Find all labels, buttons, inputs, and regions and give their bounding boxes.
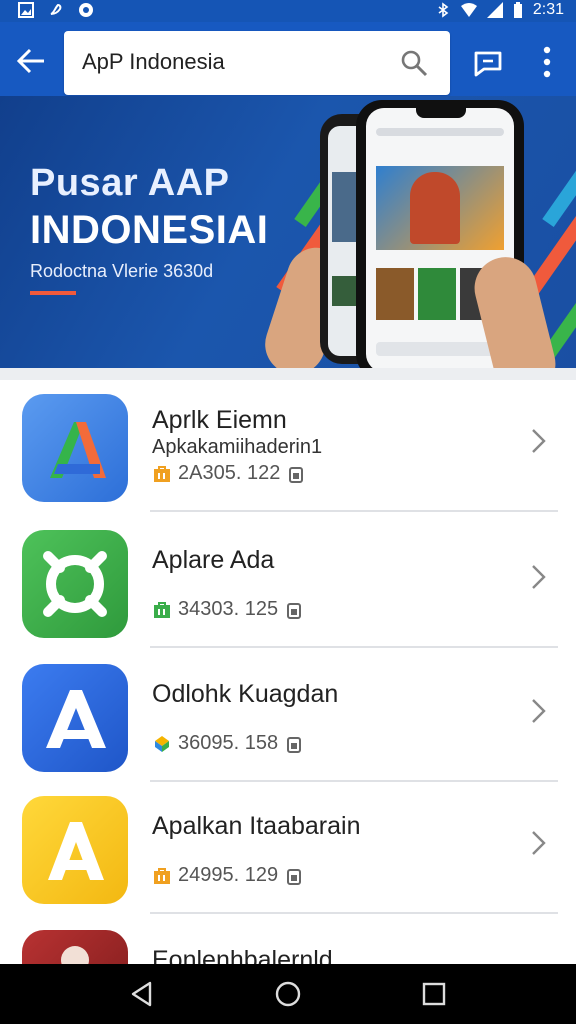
chevron-right-icon — [532, 565, 546, 589]
download-size-icon — [287, 736, 302, 753]
row-divider — [150, 510, 558, 512]
nav-recents-icon[interactable] — [418, 978, 450, 1010]
letter-a-white-icon — [22, 664, 128, 772]
app-name: Aplare Ada — [152, 546, 275, 574]
list-item[interactable]: Aprlk Eiemn Apkakamiihaderin1 2A305. 122 — [0, 380, 576, 512]
chevron-right-icon — [532, 699, 546, 723]
nav-home-icon[interactable] — [272, 978, 304, 1010]
store-icon — [154, 465, 170, 482]
wifi-icon — [460, 3, 477, 17]
gallery-notification-icon — [18, 2, 34, 18]
list-item[interactable]: Eonlenhbalernld — [0, 916, 576, 964]
back-arrow-icon[interactable] — [14, 44, 48, 78]
nav-back-icon[interactable] — [126, 978, 158, 1010]
list-item[interactable]: Apalkan Itaabarain 24995. 129 — [0, 782, 576, 914]
circle-notification-icon — [79, 3, 93, 17]
row-divider — [150, 646, 558, 648]
banner-underline — [30, 291, 76, 295]
banner-title: Pusar AAP — [30, 162, 230, 204]
bluetooth-icon — [438, 2, 449, 18]
sync-notification-icon — [50, 3, 62, 15]
app-stats: 24995. 129 — [178, 864, 279, 886]
letter-a-multicolor-icon — [22, 394, 128, 502]
battery-icon — [513, 2, 522, 18]
phone-notch — [416, 106, 466, 118]
app-meta: 2A305. 122 — [152, 462, 306, 485]
banner-subtitle: Rodoctna Vlerie 3630d — [30, 261, 214, 281]
list-item[interactable]: Odlohk Kuagdan 36095. 158 — [0, 650, 576, 782]
letter-a-yellow-icon — [22, 796, 128, 904]
app-meta: 34303. 125 — [152, 598, 304, 621]
status-bar: 2:31 — [0, 0, 576, 22]
red-app-icon — [22, 930, 128, 964]
store-icon — [154, 601, 170, 618]
store-icon — [154, 867, 170, 884]
app-name: Apalkan Itaabarain — [152, 812, 361, 840]
chevron-right-icon — [532, 831, 546, 855]
decor-stripe — [542, 104, 576, 228]
top-app-bar — [0, 22, 576, 96]
download-size-icon — [287, 602, 302, 619]
chevron-right-icon — [532, 429, 546, 453]
download-size-icon — [287, 868, 302, 885]
list-item[interactable]: Aplare Ada 34303. 125 — [0, 516, 576, 648]
banner-title-line2: INDONESIAI — [30, 208, 269, 252]
promo-banner[interactable]: Pusar AAP INDONESIAI Rodoctna Vlerie 363… — [0, 96, 576, 368]
app-name: Odlohk Kuagdan — [152, 680, 339, 708]
app-meta: 24995. 129 — [152, 864, 304, 887]
app-developer: Apkakamiihaderin1 — [152, 436, 323, 458]
signal-icon — [486, 2, 503, 18]
app-stats: 2A305. 122 — [178, 462, 281, 484]
section-divider — [0, 368, 576, 380]
download-size-icon — [289, 466, 304, 483]
search-icon[interactable] — [400, 49, 428, 77]
app-name: Aprlk Eiemn — [152, 406, 287, 434]
app-stats: 34303. 125 — [178, 598, 279, 620]
search-input[interactable] — [82, 49, 382, 75]
ring-crosshair-icon — [22, 530, 128, 638]
search-bar[interactable] — [64, 31, 450, 95]
row-divider — [150, 912, 558, 914]
status-time: 2:31 — [532, 1, 564, 18]
app-meta: 36095. 158 — [152, 732, 304, 755]
more-options-icon[interactable] — [530, 42, 564, 82]
system-navigation-bar — [0, 964, 576, 1024]
multicolor-badge-icon — [155, 735, 169, 752]
app-list: Aprlk Eiemn Apkakamiihaderin1 2A305. 122… — [0, 380, 576, 964]
app-name: Eonlenhbalernld — [152, 946, 333, 964]
app-stats: 36095. 158 — [178, 732, 279, 754]
feedback-icon[interactable] — [470, 44, 506, 80]
